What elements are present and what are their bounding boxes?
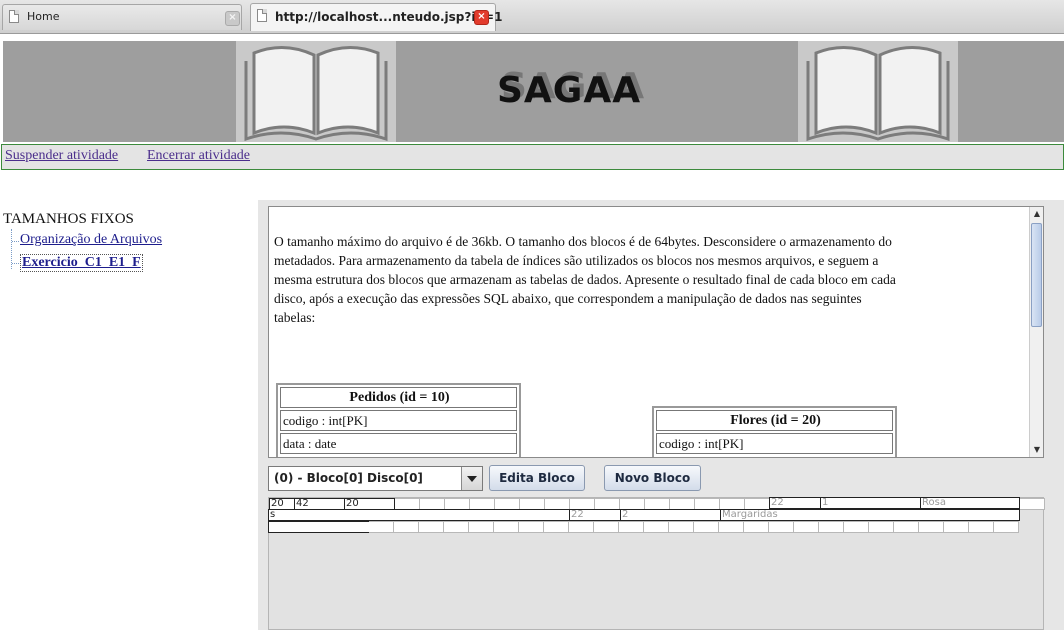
table-field: codigo : int[PK] [280,410,517,431]
close-icon[interactable]: × [474,10,489,25]
grid-cell[interactable] [268,521,370,533]
grid-cell[interactable] [544,521,569,533]
grid-cell[interactable] [719,521,744,533]
grid-cell[interactable] [744,521,769,533]
grid-cell[interactable] [444,521,469,533]
chevron-down-icon[interactable] [461,467,482,490]
grid-cell[interactable] [519,521,544,533]
grid-cell[interactable] [894,521,919,533]
grid-cell[interactable] [619,521,644,533]
tab-content-label: http://localhost...nteudo.jsp?id=1 [275,10,503,24]
statement-area[interactable]: O tamanho máximo do arquivo é de 36kb. O… [268,206,1044,458]
pedidos-table: Pedidos (id = 10) codigo : int[PK] data … [276,383,521,457]
new-block-button[interactable]: Novo Bloco [604,465,701,491]
page-icon [257,9,267,22]
grid-cell[interactable]: Margaridas [720,509,1020,521]
grid-cell[interactable] [969,521,994,533]
book-icon [798,41,958,142]
statement-text: O tamanho máximo do arquivo é de 36kb. O… [274,234,896,325]
grid-cell[interactable] [644,521,669,533]
grid-cell[interactable] [394,521,419,533]
edit-block-button[interactable]: Edita Bloco [489,465,585,491]
table-field: data : date [280,433,517,454]
page-icon [9,10,19,23]
grid-cell[interactable]: Rosa [920,497,1020,509]
grid-cell[interactable] [844,521,869,533]
block-select-value: (0) - Bloco[0] Disco[0] [274,471,423,485]
grid-cell[interactable] [369,521,394,533]
scroll-up-icon[interactable]: ▲ [1030,207,1043,221]
end-activity-link[interactable]: Encerrar atividade [147,148,250,164]
tree-item-organizacao[interactable]: Organização de Arquivos [20,232,162,248]
grid-cell[interactable] [494,521,519,533]
flores-table: Flores (id = 20) codigo : int[PK] [652,406,897,457]
grid-cell[interactable] [1020,498,1045,510]
grid-cell[interactable] [994,521,1019,533]
grid-cell[interactable] [694,521,719,533]
tree-connector [12,241,19,242]
grid-cell[interactable] [669,521,694,533]
close-icon[interactable]: × [225,11,240,26]
block-select[interactable]: (0) - Bloco[0] Disco[0] [268,466,483,491]
grid-cell[interactable] [594,521,619,533]
grid-cell[interactable] [794,521,819,533]
grid-cell[interactable]: 22 [569,509,621,521]
scroll-thumb[interactable] [1031,223,1042,327]
tree-connector [12,263,19,264]
scroll-down-icon[interactable]: ▼ [1030,443,1043,457]
table-title: Flores (id = 20) [656,410,893,431]
tab-home[interactable]: Home × [2,4,242,30]
grid-cell[interactable] [869,521,894,533]
grid-cell[interactable] [419,521,444,533]
grid-cell[interactable] [569,521,594,533]
grid-cell[interactable]: 1 [820,497,921,509]
tree-root: TAMANHOS FIXOS [3,211,134,227]
vertical-scrollbar[interactable]: ▲ ▼ [1029,207,1043,457]
grid-cell[interactable] [944,521,969,533]
grid-cell[interactable] [469,521,494,533]
grid-cell[interactable] [769,521,794,533]
sagaa-logo: SAGAA [497,70,642,111]
table-title: Pedidos (id = 10) [280,387,517,408]
tree-item-exercicio[interactable]: Exercicio_C1_E1_F [20,254,143,272]
suspend-activity-link[interactable]: Suspender atividade [5,148,118,164]
book-icon [236,41,396,142]
browser-tab-bar: Home × http://localhost...nteudo.jsp?id=… [0,0,1064,34]
table-field: codigo : int[PK] [656,433,893,454]
grid-cell[interactable] [819,521,844,533]
tab-home-label: Home [27,10,60,23]
tab-content[interactable]: http://localhost...nteudo.jsp?id=1 × [250,3,502,31]
grid-cell[interactable]: s [268,509,570,521]
grid-cell[interactable] [919,521,944,533]
grid-cell[interactable]: 2 [620,509,721,521]
grid-cell[interactable]: 22 [769,497,821,509]
grid-line [369,521,1020,533]
